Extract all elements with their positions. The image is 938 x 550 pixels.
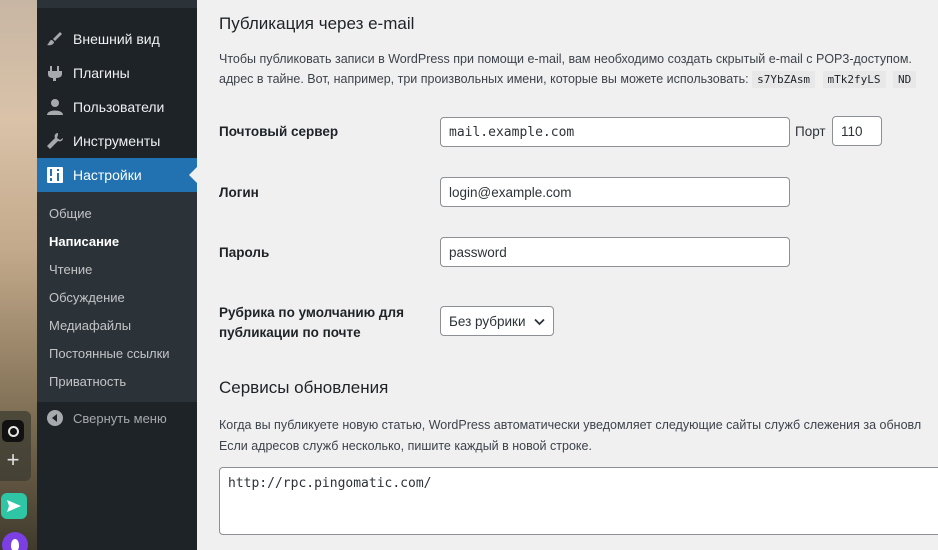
email-description-line1: Чтобы публиковать записи в WordPress при… <box>219 52 912 66</box>
update-services-description-line2: Если адресов служб несколько, пишите каж… <box>219 439 592 453</box>
menu-item-label: Инструменты <box>73 133 161 149</box>
login-input[interactable]: login@example.com <box>440 177 790 207</box>
menu-item-settings[interactable]: Настройки <box>37 158 197 192</box>
collapse-menu-label: Свернуть меню <box>73 410 167 426</box>
submenu-reading[interactable]: Чтение <box>49 262 92 277</box>
port-label: Порт <box>795 124 826 139</box>
submenu-general[interactable]: Общие <box>49 206 92 221</box>
update-services-description-line1: Когда вы публикуете новую статью, WordPr… <box>219 418 922 432</box>
default-category-value: Без рубрики <box>449 313 526 329</box>
submenu-writing[interactable]: Написание <box>49 234 119 249</box>
paintbrush-icon <box>45 29 65 49</box>
wrench-icon <box>45 131 65 151</box>
password-label: Пароль <box>219 245 270 260</box>
email-description-line2: адрес в тайне. Вот, например, три произв… <box>219 71 920 88</box>
section-title-email: Публикация через e-mail <box>219 14 415 33</box>
default-category-label: Рубрика по умолчанию для публикации по п… <box>219 305 404 340</box>
dock-send-icon[interactable] <box>1 493 27 519</box>
submenu-privacy[interactable]: Приватность <box>49 374 126 389</box>
submenu-discussion[interactable]: Обсуждение <box>49 290 125 305</box>
login-label: Логин <box>219 185 259 200</box>
menu-item-label: Внешний вид <box>73 31 160 47</box>
default-category-select[interactable]: Без рубрики <box>440 306 554 336</box>
plugin-icon <box>45 63 65 83</box>
settings-content: Публикация через e-mail Чтобы публиковат… <box>197 0 938 550</box>
settings-submenu: Общие Написание Чтение Обсуждение Медиаф… <box>37 192 197 402</box>
menu-item-plugins[interactable]: Плагины <box>37 56 197 90</box>
menu-item-tools[interactable]: Инструменты <box>37 124 197 158</box>
dock-app-icon[interactable] <box>2 420 24 442</box>
submenu-media[interactable]: Медиафайлы <box>49 318 131 333</box>
port-input[interactable]: 110 <box>832 116 882 146</box>
menu-item-label: Пользователи <box>73 99 165 115</box>
random-name-code: mTk2fyLS <box>822 71 886 88</box>
password-input[interactable]: password <box>440 237 790 267</box>
random-name-code: s7YbZAsm <box>752 71 816 88</box>
menu-item-label: Плагины <box>73 65 130 81</box>
ping-services-textarea[interactable]: http://rpc.pingomatic.com/ <box>219 467 938 535</box>
dock-add-icon[interactable]: + <box>3 449 23 471</box>
email-description-text: адрес в тайне. Вот, например, три произв… <box>219 72 749 86</box>
dock-purple-app-icon[interactable] <box>2 532 28 550</box>
submenu-permalinks[interactable]: Постоянные ссылки <box>49 346 170 361</box>
users-icon <box>45 97 65 117</box>
menu-item-label: Настройки <box>73 167 142 183</box>
menu-item-appearance[interactable]: Внешний вид <box>37 22 197 56</box>
collapse-arrow-icon <box>47 410 63 426</box>
random-name-code: ND <box>893 71 917 88</box>
mail-server-label: Почтовый сервер <box>219 124 339 139</box>
menu-item-users[interactable]: Пользователи <box>37 90 197 124</box>
settings-icon <box>45 165 65 185</box>
mail-server-input[interactable]: mail.example.com <box>440 117 790 147</box>
admin-menu: Внешний вид Плагины Пользователи Инструм… <box>37 0 197 550</box>
collapse-menu-button[interactable]: Свернуть меню <box>47 410 167 426</box>
os-dock: + <box>0 0 37 550</box>
chevron-down-icon <box>533 314 545 329</box>
section-title-update-services: Сервисы обновления <box>219 378 389 397</box>
